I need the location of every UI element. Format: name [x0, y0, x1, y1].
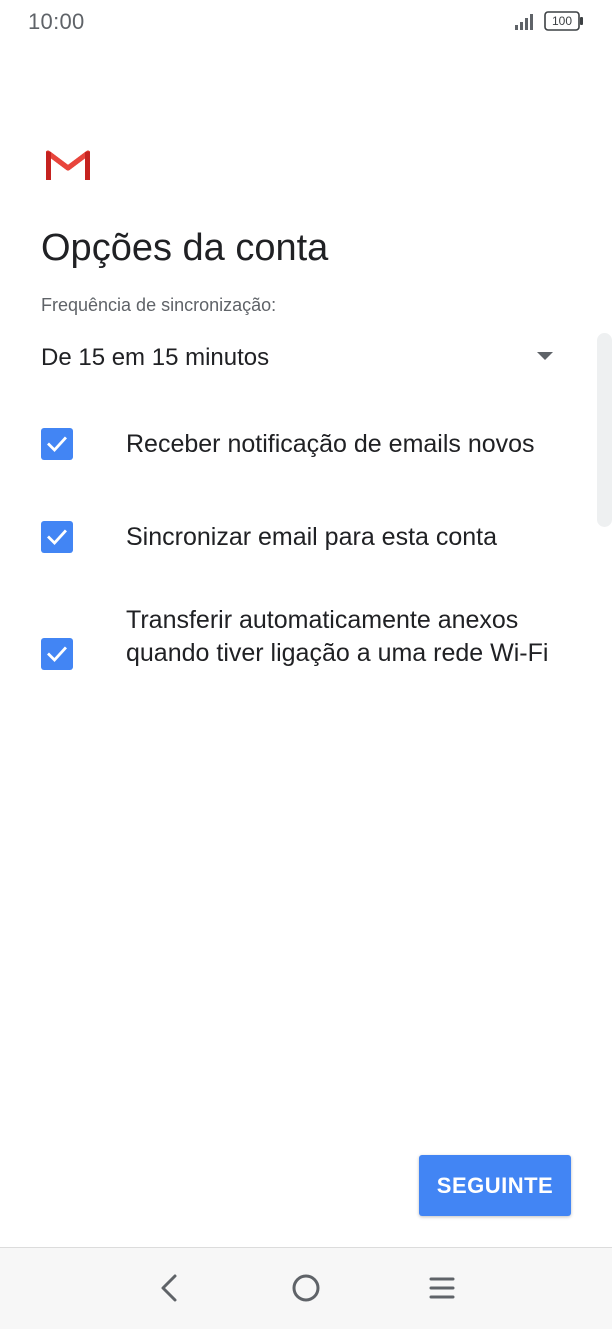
menu-icon	[429, 1277, 455, 1299]
status-time: 10:00	[28, 9, 85, 34]
navigation-bar	[0, 1247, 612, 1329]
sync-frequency-dropdown[interactable]: De 15 em 15 minutos	[41, 338, 561, 382]
checkbox-sync-email[interactable]	[41, 521, 73, 553]
dropdown-arrow-icon	[537, 352, 553, 360]
option-auto-download-attachments[interactable]: Transferir automaticamente anexos quando…	[0, 604, 612, 704]
option-new-email-notification[interactable]: Receber notificação de emails novos	[0, 428, 612, 468]
menu-button[interactable]	[422, 1268, 462, 1308]
battery-level: 100	[551, 14, 573, 28]
page-title: Opções da conta	[41, 227, 329, 269]
option-label: Sincronizar email para esta conta	[126, 523, 498, 551]
status-bar: 10:00 100	[0, 0, 612, 44]
option-sync-email[interactable]: Sincronizar email para esta conta	[0, 521, 612, 561]
check-icon	[47, 436, 67, 453]
option-label: Transferir automaticamente anexos quando…	[126, 606, 549, 667]
signal-icon	[515, 14, 533, 30]
back-icon	[161, 1274, 177, 1302]
check-icon	[47, 529, 67, 546]
sync-frequency-label: Frequência de sincronização:	[41, 295, 277, 315]
option-label: Receber notificação de emails novos	[126, 430, 535, 458]
sync-frequency-value: De 15 em 15 minutos	[41, 344, 270, 371]
gmail-logo-icon	[46, 150, 90, 180]
checkbox-auto-download-attachments[interactable]	[41, 638, 73, 670]
checkbox-new-email-notification[interactable]	[41, 428, 73, 460]
home-button[interactable]	[286, 1268, 326, 1308]
next-button[interactable]: SEGUINTE	[419, 1155, 571, 1216]
back-button[interactable]	[150, 1268, 190, 1308]
check-icon	[47, 646, 67, 663]
home-icon	[292, 1274, 320, 1302]
